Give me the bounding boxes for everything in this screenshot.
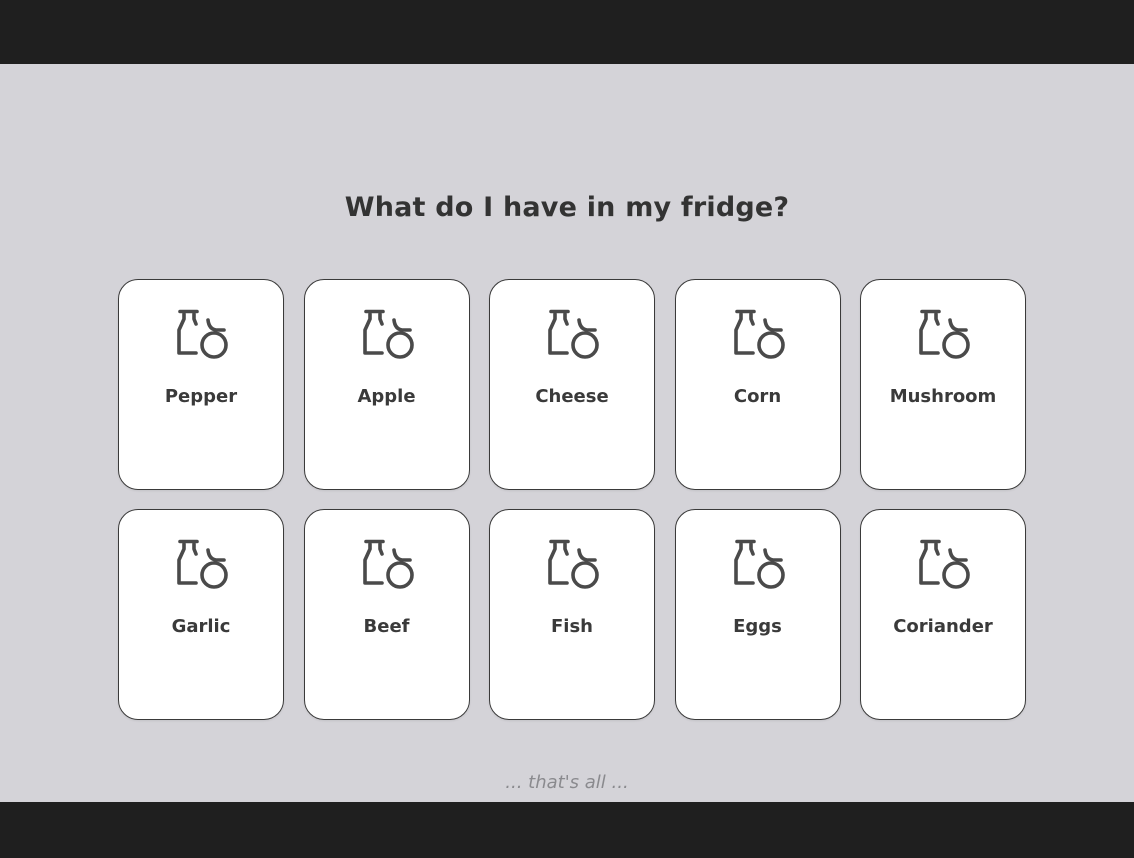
fridge-food-icon xyxy=(545,538,601,594)
fridge-food-icon xyxy=(731,538,787,594)
ingredient-card-mushroom[interactable]: Mushroom xyxy=(860,279,1026,490)
ingredient-label: Fish xyxy=(551,616,593,637)
fridge-food-icon xyxy=(916,308,972,364)
page-title: What do I have in my fridge? xyxy=(344,192,790,223)
ingredient-label: Apple xyxy=(357,386,416,407)
ingredient-label: Beef xyxy=(363,616,410,637)
ingredient-label: Eggs xyxy=(733,616,782,637)
fridge-food-icon xyxy=(174,308,230,364)
ingredient-card-fish[interactable]: Fish xyxy=(489,509,655,720)
ingredient-label: Corn xyxy=(733,386,782,407)
fridge-food-icon xyxy=(174,538,230,594)
ingredient-card-eggs[interactable]: Eggs xyxy=(674,509,841,720)
ingredient-label: Garlic xyxy=(171,616,231,637)
ingredient-card-corn[interactable]: Corn xyxy=(674,279,841,490)
ingredient-label: Cheese xyxy=(535,386,609,407)
page-viewport: What do I have in my fridge? Pepper Appl… xyxy=(0,64,1134,802)
ingredient-card-cheese[interactable]: Cheese xyxy=(489,279,655,490)
fridge-food-icon xyxy=(360,538,416,594)
fridge-food-icon xyxy=(916,538,972,594)
ingredient-label: Coriander xyxy=(893,616,993,637)
ingredient-card-coriander[interactable]: Coriander xyxy=(860,509,1026,720)
ingredient-grid: Pepper Apple Cheese Corn Mushroom Garlic… xyxy=(118,279,1026,720)
ingredient-card-pepper[interactable]: Pepper xyxy=(118,279,284,490)
ingredient-card-garlic[interactable]: Garlic xyxy=(118,509,284,720)
ingredient-label: Mushroom xyxy=(889,386,997,407)
fridge-food-icon xyxy=(731,308,787,364)
fridge-food-icon xyxy=(360,308,416,364)
end-of-list-note: ... that's all ... xyxy=(505,772,629,793)
ingredient-label: Pepper xyxy=(164,386,238,407)
fridge-food-icon xyxy=(545,308,601,364)
top-frame-bar xyxy=(0,0,1134,64)
ingredient-card-beef[interactable]: Beef xyxy=(303,509,470,720)
bottom-frame-bar xyxy=(0,802,1134,858)
ingredient-card-apple[interactable]: Apple xyxy=(303,279,470,490)
